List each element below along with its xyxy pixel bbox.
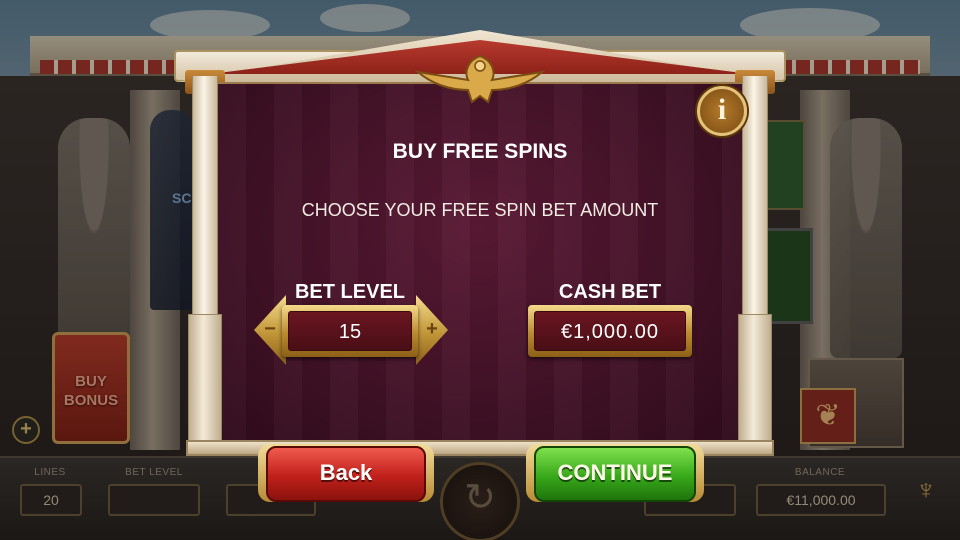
cash-bet-label: CASH BET — [558, 281, 662, 303]
dialog-panel — [218, 82, 742, 444]
column-band-right — [738, 314, 772, 454]
cash-bet-value: €1,000.00 — [534, 311, 686, 351]
eagle-emblem-icon — [414, 54, 546, 104]
info-icon: i — [717, 93, 727, 126]
bet-level-value: 15 — [288, 311, 412, 351]
back-button[interactable]: Back — [266, 446, 426, 502]
continue-button[interactable]: CONTINUE — [534, 446, 696, 502]
column-band-left — [188, 314, 222, 454]
bet-level-label: BET LEVEL — [294, 281, 405, 303]
minus-icon: − — [264, 318, 276, 340]
plus-icon: + — [426, 318, 438, 340]
dialog-title: BUY FREE SPINS — [392, 140, 568, 163]
dialog-subtitle: CHOOSE YOUR FREE SPIN BET AMOUNT — [301, 200, 659, 220]
